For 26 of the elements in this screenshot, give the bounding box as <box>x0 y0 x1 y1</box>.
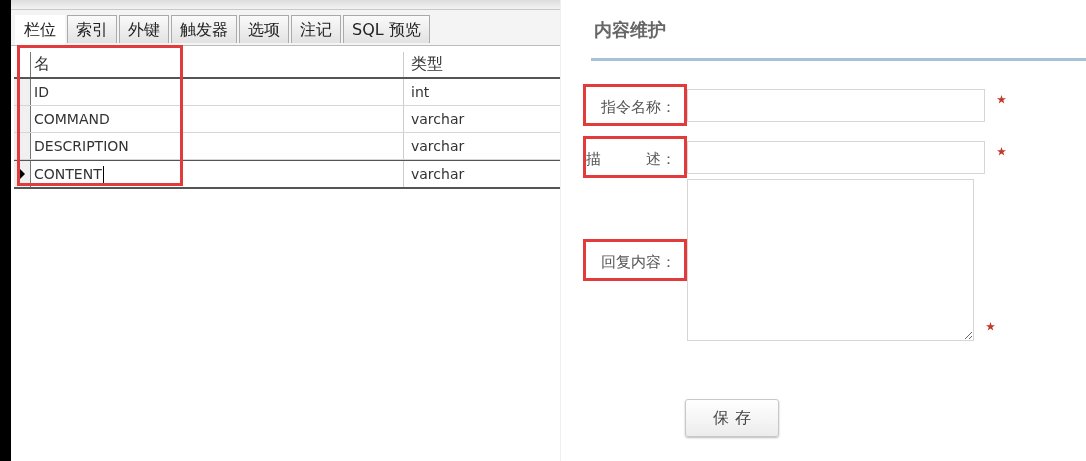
column-header[interactable]: 名 <box>31 52 404 77</box>
tab[interactable]: 索引 <box>67 15 117 43</box>
tab[interactable]: 选项 <box>239 15 289 43</box>
table-cell: varchar <box>411 138 465 154</box>
tab[interactable]: 栏位 <box>15 15 65 45</box>
tab[interactable]: 外键 <box>119 15 169 43</box>
table-cell: COMMAND <box>34 111 110 127</box>
field-label: 指令名称： <box>583 84 687 126</box>
table-cell: varchar <box>411 166 465 182</box>
save-button[interactable]: 保 存 <box>685 399 779 437</box>
column-header[interactable]: 类型 <box>404 52 560 77</box>
tab[interactable]: SQL 预览 <box>343 15 430 43</box>
table-cell: int <box>411 84 430 100</box>
table-cell: DESCRIPTION <box>34 138 129 154</box>
table-cell: CONTENT <box>34 166 102 182</box>
tab[interactable]: 注记 <box>291 15 341 43</box>
form-title: 内容维护 <box>593 18 667 42</box>
field-label: 描 述： <box>583 136 687 178</box>
row-pointer-icon <box>18 168 26 180</box>
tab[interactable]: 触发器 <box>171 15 237 43</box>
input-field[interactable] <box>687 140 985 174</box>
text-cursor <box>102 165 104 183</box>
table-cell: varchar <box>411 111 465 127</box>
table-cell: ID <box>34 84 49 100</box>
input-field[interactable] <box>687 88 985 122</box>
field-label: 回复内容： <box>583 239 687 281</box>
